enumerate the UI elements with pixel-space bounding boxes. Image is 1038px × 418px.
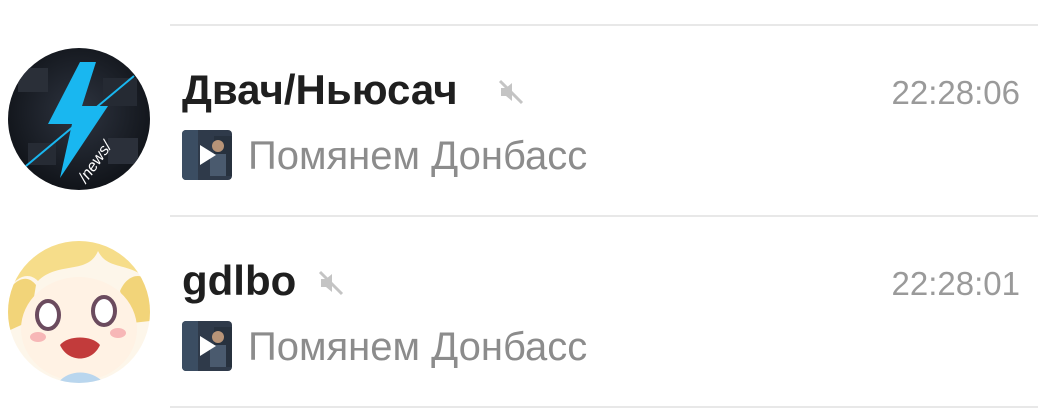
lightning-icon: /news/ xyxy=(8,48,150,190)
mute-icon xyxy=(318,270,344,296)
avatar[interactable] xyxy=(8,241,150,383)
chat-name: gdlbo xyxy=(182,257,297,304)
chat-row-dvach[interactable]: /news/ Двач/Ньюсач 22:28:06 Помянем Донб… xyxy=(0,26,1038,216)
mute-icon xyxy=(498,79,524,105)
anime-face-icon xyxy=(8,241,150,383)
message-time: 22:28:06 xyxy=(891,74,1020,111)
avatar[interactable]: /news/ xyxy=(8,48,150,190)
chat-row-gdlbo[interactable]: gdlbo 22:28:01 Помянем Донбасс xyxy=(0,217,1038,407)
message-time: 22:28:01 xyxy=(891,265,1020,302)
video-icon xyxy=(182,130,232,180)
message-preview: Помянем Донбасс xyxy=(248,325,588,369)
bottom-divider xyxy=(170,406,1038,408)
message-preview: Помянем Донбасс xyxy=(248,134,588,178)
video-icon xyxy=(182,321,232,371)
chat-name: Двач/Ньюсач xyxy=(182,66,458,113)
